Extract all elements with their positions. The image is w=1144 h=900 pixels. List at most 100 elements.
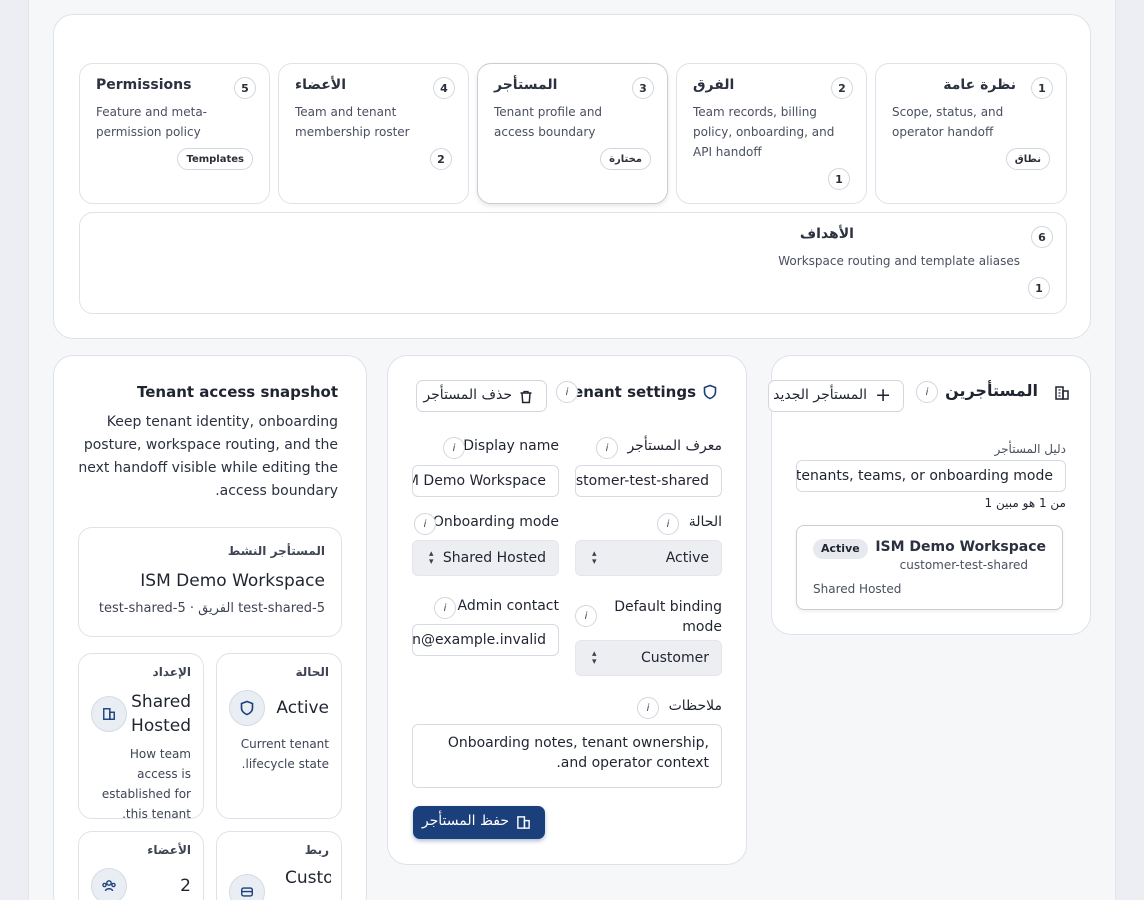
shield-icon <box>229 690 265 726</box>
tab-desc: Scope, status, and operator handoff <box>892 105 1004 139</box>
binding-mode-label: Default binding mode <box>614 599 722 635</box>
tenants-card: المستأجرين i + المستأجر الجديد دليل المس… <box>768 355 1091 635</box>
delete-tenant-label: حذف المستأجر <box>423 387 512 403</box>
info-icon[interactable]: i <box>556 381 578 403</box>
admin-contact-field[interactable]: admin@example.invalid <box>412 624 559 656</box>
tab-targets[interactable]: 6 الأهداف Workspace routing and template… <box>79 212 1067 314</box>
tab-teams[interactable]: 2 الفرق Team records, billing policy, onb… <box>676 63 867 204</box>
status-badge: Active <box>813 539 868 559</box>
plus-icon: + <box>875 384 891 406</box>
info-icon[interactable]: i <box>637 697 659 719</box>
tab-desc: Feature and meta-permission policy <box>96 105 208 139</box>
tab-members[interactable]: 4 الأعضاء Team and tenant membership rost… <box>278 63 469 204</box>
building-icon <box>1055 386 1069 400</box>
info-icon[interactable]: i <box>414 513 436 535</box>
search-input[interactable]: Search tenants, teams, or onboarding mod… <box>796 460 1066 492</box>
tab-title: Permissions <box>96 77 192 93</box>
status-stat-desc: Current tenant lifecycle state. <box>240 737 329 771</box>
result-count: 1 من 1 هو مبين <box>984 496 1066 510</box>
binding-mode-select[interactable]: ▴ ▾ Customer <box>575 640 722 676</box>
info-icon[interactable]: i <box>657 513 679 535</box>
status-label: الحالة <box>688 514 722 530</box>
members-stat-label: الأعضاء <box>147 843 191 857</box>
building-icon <box>91 696 127 732</box>
tab-number: 5 <box>234 77 256 99</box>
tab-number: 6 <box>1031 226 1053 248</box>
onboarding-mode-select[interactable]: ▴ ▾ Shared Hosted <box>412 540 559 576</box>
save-tenant-label: حفظ المستأجر <box>421 813 509 829</box>
tenant-list-item[interactable]: ISM Demo Workspace customer-test-shared … <box>796 525 1063 610</box>
tab-number: 4 <box>433 77 455 99</box>
setup-stat-label: الإعداد <box>152 665 191 679</box>
chevron-updown-icon: ▴ ▾ <box>429 549 434 567</box>
members-stat: الأعضاء 2 <box>78 831 204 900</box>
shield-icon <box>703 384 717 400</box>
tab-desc: Tenant profile and access boundary <box>494 105 603 139</box>
display-name-label: Display name <box>463 438 559 454</box>
notes-textarea[interactable]: Onboarding notes, tenant ownership, and … <box>412 724 722 788</box>
info-icon[interactable]: i <box>916 381 938 403</box>
tenant-id-field[interactable]: customer-test-shared <box>575 465 722 497</box>
status-stat: الحالة Active Current tenant lifecycle s… <box>216 653 342 819</box>
tab-title: نظرة عامة <box>943 77 1016 93</box>
search-label: دليل المستأجر <box>994 442 1066 456</box>
tab-desc: Workspace routing and template aliases <box>778 254 1020 268</box>
tab-chip: مختارة <box>600 148 651 170</box>
setup-stat: الإعداد Shared Hosted How team access is… <box>78 653 204 821</box>
save-tenant-button[interactable]: حفظ المستأجر <box>413 806 545 839</box>
new-tenant-button[interactable]: + المستأجر الجديد <box>768 380 904 412</box>
onboarding-mode-label: Onboarding mode <box>432 514 559 530</box>
chevron-updown-icon: ▴ ▾ <box>592 549 597 567</box>
tab-chip: نطاق <box>1005 148 1050 170</box>
tab-desc: Team records, billing policy, onboarding,… <box>693 105 835 159</box>
setup-stat-desc: How team access is established for this … <box>101 747 191 821</box>
active-tenant-label: المستأجر النشط <box>227 544 325 558</box>
tab-title: الفرق <box>693 77 735 93</box>
building-icon <box>517 816 530 829</box>
chevron-updown-icon: ▴ ▾ <box>592 649 597 667</box>
access-snapshot-card: Tenant access snapshot Keep tenant ident… <box>53 355 367 900</box>
snapshot-desc: Keep tenant identity, onboarding posture… <box>78 414 338 499</box>
tenant-slug: customer-test-shared <box>899 558 1028 572</box>
info-icon[interactable]: i <box>434 597 456 619</box>
info-icon[interactable]: i <box>596 437 618 459</box>
status-stat-label: الحالة <box>295 665 329 679</box>
tab-title: الأهداف <box>799 226 854 242</box>
users-icon <box>91 868 127 900</box>
binding-stat-label: ربط <box>304 843 329 857</box>
setup-stat-value: Shared Hosted <box>131 692 191 736</box>
snapshot-title: Tenant access snapshot <box>137 383 338 401</box>
tenant-id-label: معرف المستأجر <box>627 438 722 454</box>
display-name-field[interactable]: ISM Demo Workspace <box>412 465 559 497</box>
active-tenant-name: ISM Demo Workspace <box>140 571 325 591</box>
settings-title: Tenant settings <box>564 383 696 401</box>
notes-label: ملاحظات <box>668 698 722 714</box>
tenant-name: ISM Demo Workspace <box>875 539 1046 555</box>
tenant-mode: Shared Hosted <box>813 582 902 596</box>
status-select[interactable]: ▴ ▾ Active <box>575 540 722 576</box>
tab-tenant[interactable]: 3 المستأجر Tenant profile and access boun… <box>477 63 668 204</box>
info-icon[interactable]: i <box>575 605 597 627</box>
tab-number: 1 <box>1031 77 1053 99</box>
active-tenant-sub: test-shared-5 · الفريق test-shared-5 <box>98 601 325 616</box>
tenants-title: المستأجرين <box>945 381 1038 400</box>
tab-desc: Team and tenant membership roster <box>295 105 410 139</box>
tab-count: 1 <box>1028 277 1050 299</box>
delete-tenant-button[interactable]: حذف المستأجر <box>416 380 547 412</box>
active-tenant-panel: المستأجر النشط ISM Demo Workspace test-s… <box>78 527 342 637</box>
trash-icon <box>520 390 532 404</box>
tab-count: 2 <box>430 148 452 170</box>
tab-count: 1 <box>828 168 850 190</box>
app-frame: 1 نظرة عامة Scope, status, and operator h… <box>28 0 1116 900</box>
info-icon[interactable]: i <box>443 437 465 459</box>
members-stat-value: 2 <box>180 876 191 896</box>
admin-contact-label: Admin contact <box>457 598 559 614</box>
status-stat-value: Active <box>276 698 329 718</box>
tab-overview[interactable]: 1 نظرة عامة Scope, status, and operator h… <box>875 63 1067 204</box>
tenant-settings-card: Tenant settings i حذف المستأجر معرف المس… <box>387 355 747 865</box>
tab-number: 3 <box>632 77 654 99</box>
tab-chip: Templates <box>177 148 253 170</box>
card-icon <box>229 874 265 900</box>
tab-title: المستأجر <box>494 77 558 93</box>
tab-permissions[interactable]: 5 Permissions Feature and meta-permissio… <box>79 63 270 204</box>
